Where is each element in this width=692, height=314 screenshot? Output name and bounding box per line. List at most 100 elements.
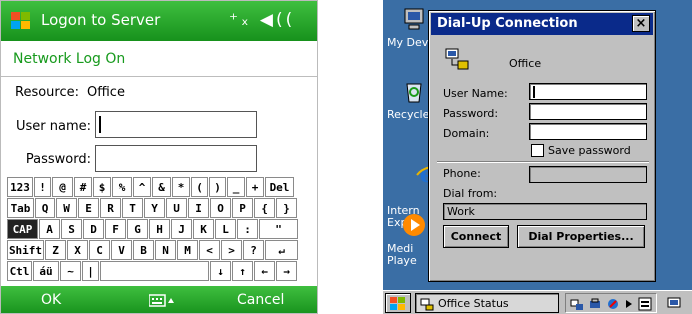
key-arrow-right[interactable]: → [276, 261, 297, 281]
dial-from-value: Work [447, 205, 475, 218]
resource-label: Resource: [15, 85, 79, 100]
key[interactable]: M [177, 240, 198, 260]
key[interactable]: X [67, 240, 88, 260]
username-field[interactable] [95, 111, 257, 138]
key[interactable]: Y [144, 198, 165, 218]
key[interactable]: N [155, 240, 176, 260]
key[interactable]: ~ [60, 261, 81, 281]
key-arrow-down[interactable]: ↓ [210, 261, 231, 281]
key[interactable]: _ [227, 177, 245, 197]
key[interactable]: @ [52, 177, 73, 197]
taskbar-item-office-status[interactable]: Office Status [415, 293, 559, 313]
windows-start-icon[interactable] [9, 10, 33, 32]
key[interactable]: ? [243, 240, 264, 260]
key[interactable]: " [259, 219, 298, 239]
network-tray-icon[interactable] [570, 297, 584, 311]
domain-field[interactable] [529, 123, 647, 140]
key[interactable]: P [232, 198, 253, 218]
key[interactable]: A [39, 219, 60, 239]
close-button[interactable]: × [632, 15, 650, 32]
save-password-checkbox[interactable] [531, 144, 544, 157]
key[interactable]: E [78, 198, 99, 218]
key[interactable]: I [188, 198, 209, 218]
key-shift[interactable]: Shift [7, 240, 44, 260]
key[interactable]: + [246, 177, 264, 197]
key[interactable]: D [83, 219, 104, 239]
key-arrow-left[interactable]: ← [254, 261, 275, 281]
password-field[interactable] [529, 103, 647, 120]
key[interactable]: V [111, 240, 132, 260]
key[interactable]: : [237, 219, 258, 239]
key[interactable]: F [105, 219, 126, 239]
dial-properties-button[interactable]: Dial Properties... [517, 225, 645, 248]
dial-from-field: Work [443, 203, 647, 220]
key[interactable]: R [100, 198, 121, 218]
connection-name: Office [509, 57, 542, 70]
key-ctrl[interactable]: Ctl [7, 261, 32, 281]
start-button[interactable] [385, 293, 411, 313]
key[interactable]: | [82, 261, 99, 281]
network-status-icon [420, 298, 434, 311]
connection-tray-icon[interactable] [588, 297, 602, 311]
key[interactable]: # [74, 177, 92, 197]
key[interactable]: S [61, 219, 82, 239]
key[interactable]: ) [209, 177, 226, 197]
password-field[interactable] [95, 145, 257, 172]
key-accents[interactable]: áü [33, 261, 59, 281]
key[interactable]: O [210, 198, 231, 218]
key[interactable]: < [199, 240, 220, 260]
key[interactable]: > [221, 240, 242, 260]
save-password-label: Save password [548, 144, 631, 157]
key[interactable]: Q [35, 198, 55, 218]
windows-start-icon [390, 297, 405, 310]
keyboard-toggle-icon[interactable] [149, 293, 175, 308]
page-subtitle: Network Log On [13, 51, 126, 67]
key[interactable]: H [149, 219, 170, 239]
usb-tray-icon[interactable] [606, 297, 620, 311]
title-bar: Logon to Server ⁺ₓ ◀(( [1, 1, 317, 41]
password-label: Password: [25, 152, 91, 167]
key[interactable]: B [133, 240, 154, 260]
recycle-bin-icon [406, 83, 422, 103]
key[interactable]: } [276, 198, 297, 218]
key[interactable]: * [172, 177, 190, 197]
key[interactable]: U [166, 198, 187, 218]
key-delete[interactable]: Del [265, 177, 294, 197]
key[interactable]: { [254, 198, 275, 218]
key-enter[interactable]: ↵ [265, 240, 298, 260]
key[interactable]: T [122, 198, 143, 218]
keyboard-row-4: Shift Z X C V B N M < > ? ↵ [7, 240, 298, 260]
network-connection-icon [445, 48, 469, 70]
cancel-softkey[interactable]: Cancel [237, 292, 284, 308]
key[interactable]: Z [45, 240, 66, 260]
desktop-shortcut-icon[interactable] [667, 296, 681, 310]
ok-softkey[interactable]: OK [41, 292, 61, 308]
key[interactable]: K [193, 219, 214, 239]
tray-overflow-arrow-icon[interactable] [624, 297, 634, 311]
key[interactable]: ( [191, 177, 208, 197]
key[interactable]: % [112, 177, 132, 197]
connectivity-volume-icons[interactable]: ⁺ₓ ◀(( [229, 10, 295, 30]
connect-button[interactable]: Connect [443, 225, 509, 248]
key-tab[interactable]: Tab [7, 198, 34, 218]
key[interactable]: L [215, 219, 236, 239]
key[interactable]: ^ [133, 177, 151, 197]
key[interactable]: ! [34, 177, 51, 197]
username-field[interactable] [529, 83, 647, 100]
computer-icon [404, 8, 424, 30]
key[interactable]: J [171, 219, 192, 239]
key[interactable]: $ [93, 177, 111, 197]
key[interactable]: W [56, 198, 77, 218]
taskbar-item-label: Office Status [438, 297, 509, 310]
key[interactable]: & [152, 177, 171, 197]
key[interactable]: 123 [7, 177, 33, 197]
domain-label: Domain: [443, 127, 490, 140]
key-arrow-up[interactable]: ↑ [232, 261, 253, 281]
key[interactable]: C [89, 240, 110, 260]
keyboard-input-icon[interactable] [638, 297, 652, 311]
soft-keyboard: 123 ! @ # $ % ^ & * ( ) _ + Del Tab Q W … [7, 177, 315, 285]
key-caps-lock[interactable]: CAP [7, 219, 38, 239]
phone-label: Phone: [443, 167, 481, 180]
key-space[interactable] [100, 261, 209, 281]
key[interactable]: G [127, 219, 148, 239]
